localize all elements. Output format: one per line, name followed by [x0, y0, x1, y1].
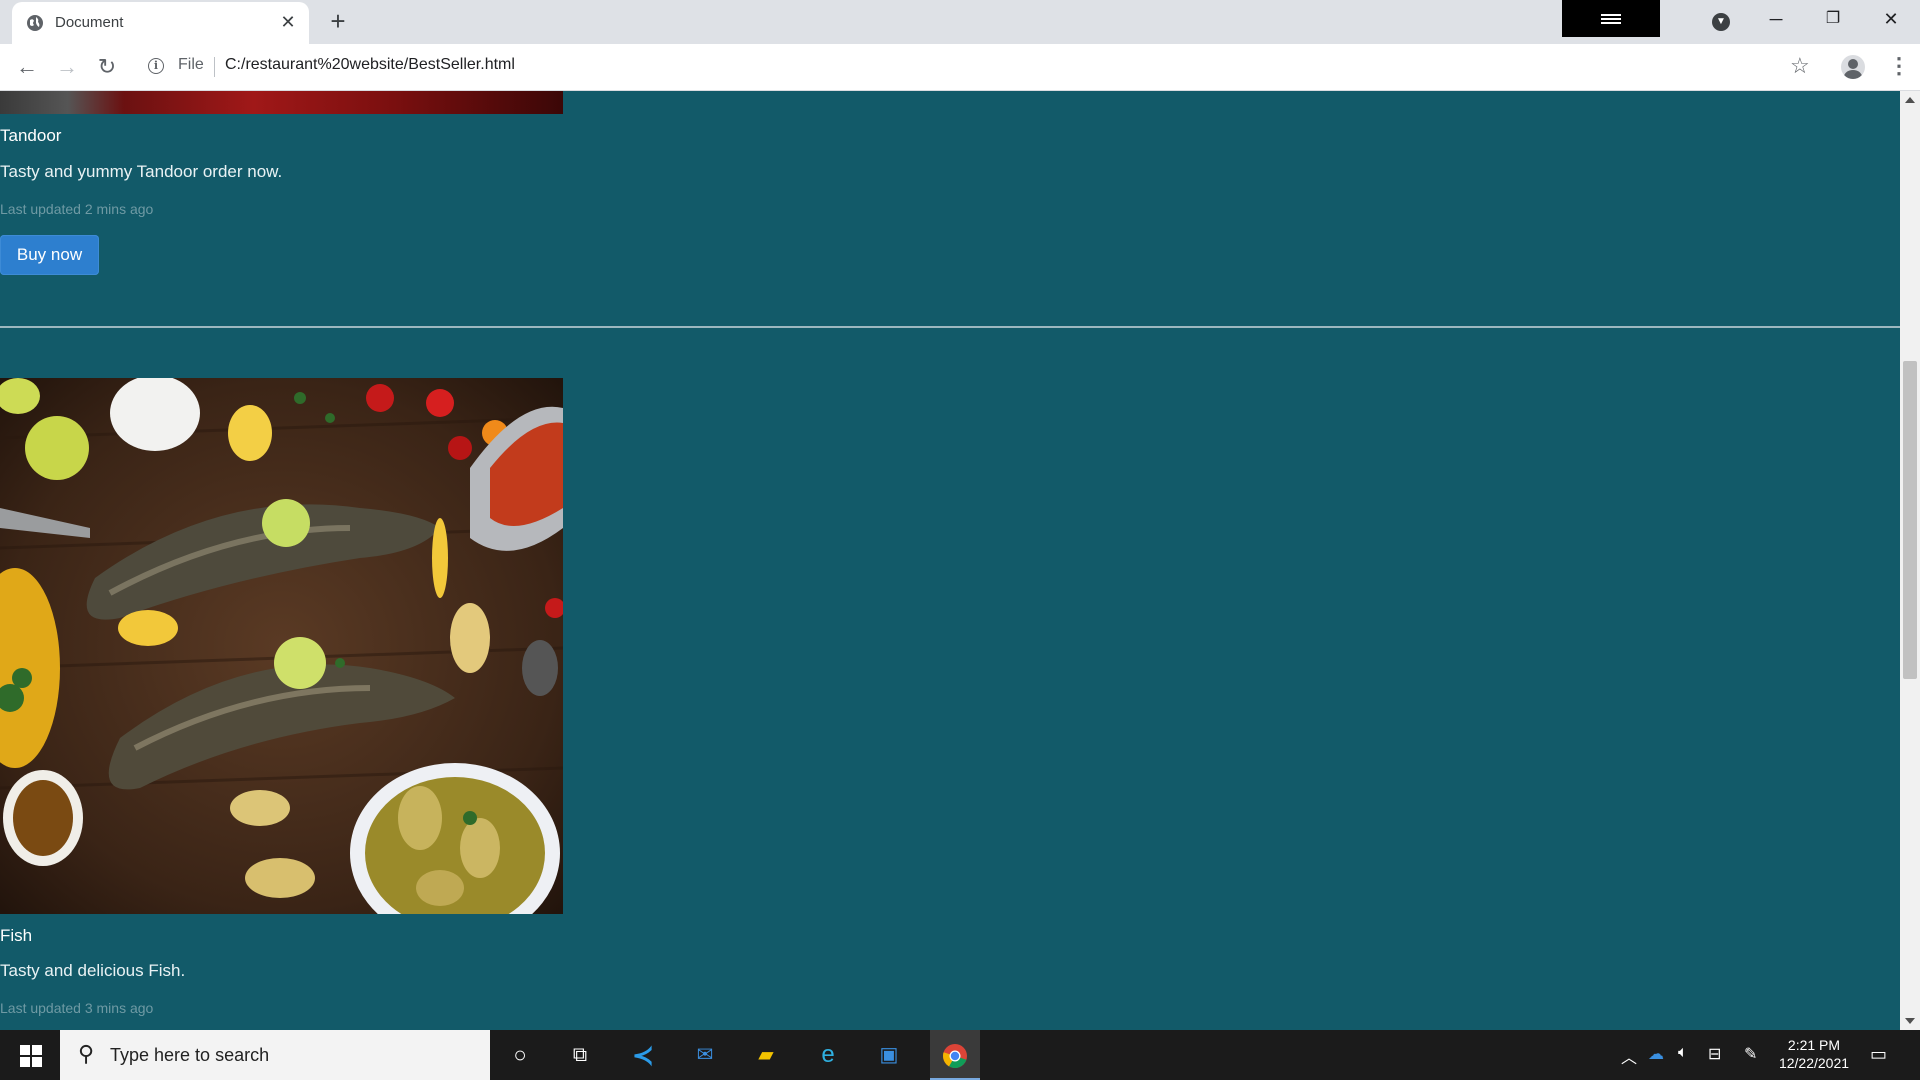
clock-date: 12/22/2021 — [1778, 1055, 1850, 1071]
pen-icon[interactable]: ✎ — [1744, 1044, 1757, 1064]
network-icon[interactable]: ⊟ — [1708, 1044, 1721, 1064]
volume-icon[interactable]: 🔈︎ — [1678, 1044, 1688, 1062]
file-explorer-icon[interactable]: ▰ — [749, 1038, 783, 1072]
store-icon[interactable]: ▣ — [872, 1038, 906, 1072]
restore-button[interactable]: ❐ — [1810, 4, 1856, 34]
cortana-icon[interactable]: ○ — [503, 1038, 537, 1072]
forward-button[interactable]: → — [53, 53, 81, 81]
browser-toolbar: ← → ↻ i File C:/restaurant%20website/Bes… — [0, 44, 1920, 91]
card-title-tandoor: Tandoor — [0, 126, 62, 145]
browser-menu-icon[interactable]: ⋮ — [1888, 53, 1910, 79]
clock-time: 2:21 PM — [1787, 1037, 1841, 1053]
tandoor-image — [0, 91, 563, 114]
address-separator — [214, 57, 215, 77]
chrome-icon — [943, 1043, 967, 1068]
notifications-icon[interactable]: ▭ — [1870, 1044, 1887, 1065]
profile-avatar[interactable] — [1841, 55, 1865, 79]
tab-title: Document — [55, 14, 124, 31]
taskbar-clock[interactable]: 2:21 PM 12/22/2021 — [1764, 1036, 1864, 1072]
windows-taskbar: ⚲ Type here to search ○ ⧉ ≺ ✉ ▰ e ▣ ︿ ☁ … — [0, 1030, 1920, 1080]
card-title-fish: Fish — [0, 926, 33, 945]
new-tab-button[interactable]: + — [324, 7, 352, 35]
reload-button[interactable]: ↻ — [93, 53, 121, 81]
edge-icon[interactable]: e — [811, 1038, 845, 1072]
globe-icon — [27, 15, 43, 31]
minimize-button[interactable]: ─ — [1753, 4, 1799, 34]
vscode-icon[interactable]: ≺ — [626, 1038, 660, 1072]
close-window-button[interactable]: ✕ — [1868, 4, 1914, 34]
card-updated-fish: Last updated 3 mins ago — [0, 1000, 154, 1016]
tab-close-icon[interactable]: ✕ — [277, 11, 299, 33]
browser-tab[interactable]: Document ✕ — [12, 2, 309, 44]
fish-dish-image — [0, 378, 563, 914]
chrome-menu-dropdown-icon[interactable]: ▼ — [1712, 13, 1730, 31]
media-control-button[interactable] — [1562, 0, 1660, 37]
show-hidden-icons-icon[interactable]: ︿ — [1621, 1044, 1637, 1068]
scroll-down-arrow-icon[interactable] — [1905, 1018, 1915, 1024]
card-updated-tandoor: Last updated 2 mins ago — [0, 201, 154, 217]
chrome-taskbar-icon[interactable] — [930, 1030, 980, 1080]
bookmark-star-icon[interactable]: ☆ — [1790, 53, 1810, 79]
buy-now-button[interactable]: Buy now — [0, 235, 99, 275]
site-info-icon[interactable]: i — [148, 58, 164, 74]
url-scheme-label: File — [178, 56, 204, 73]
scroll-up-arrow-icon[interactable] — [1905, 97, 1915, 103]
taskbar-search-placeholder: Type here to search — [110, 1045, 270, 1065]
onedrive-icon[interactable]: ☁ — [1648, 1044, 1664, 1064]
mail-icon[interactable]: ✉ — [688, 1038, 722, 1072]
search-icon: ⚲ — [78, 1041, 95, 1066]
task-view-icon[interactable]: ⧉ — [563, 1038, 597, 1072]
card-text-fish: Tasty and delicious Fish. — [0, 961, 186, 980]
section-divider — [0, 326, 1900, 328]
page-content: Tandoor Tasty and yummy Tandoor order no… — [0, 91, 1900, 1030]
page-scrollbar[interactable] — [1900, 91, 1920, 1030]
address-bar-url[interactable]: C:/restaurant%20website/BestSeller.html — [225, 56, 515, 74]
windows-start-icon[interactable] — [20, 1045, 42, 1067]
scrollbar-thumb[interactable] — [1903, 361, 1917, 679]
card-text-tandoor: Tasty and yummy Tandoor order now. — [0, 162, 283, 181]
browser-titlebar: Document ✕ + ▼ ─ ❐ ✕ — [0, 0, 1920, 44]
back-button[interactable]: ← — [13, 53, 41, 81]
taskbar-search-box[interactable]: ⚲ Type here to search — [60, 1030, 490, 1080]
